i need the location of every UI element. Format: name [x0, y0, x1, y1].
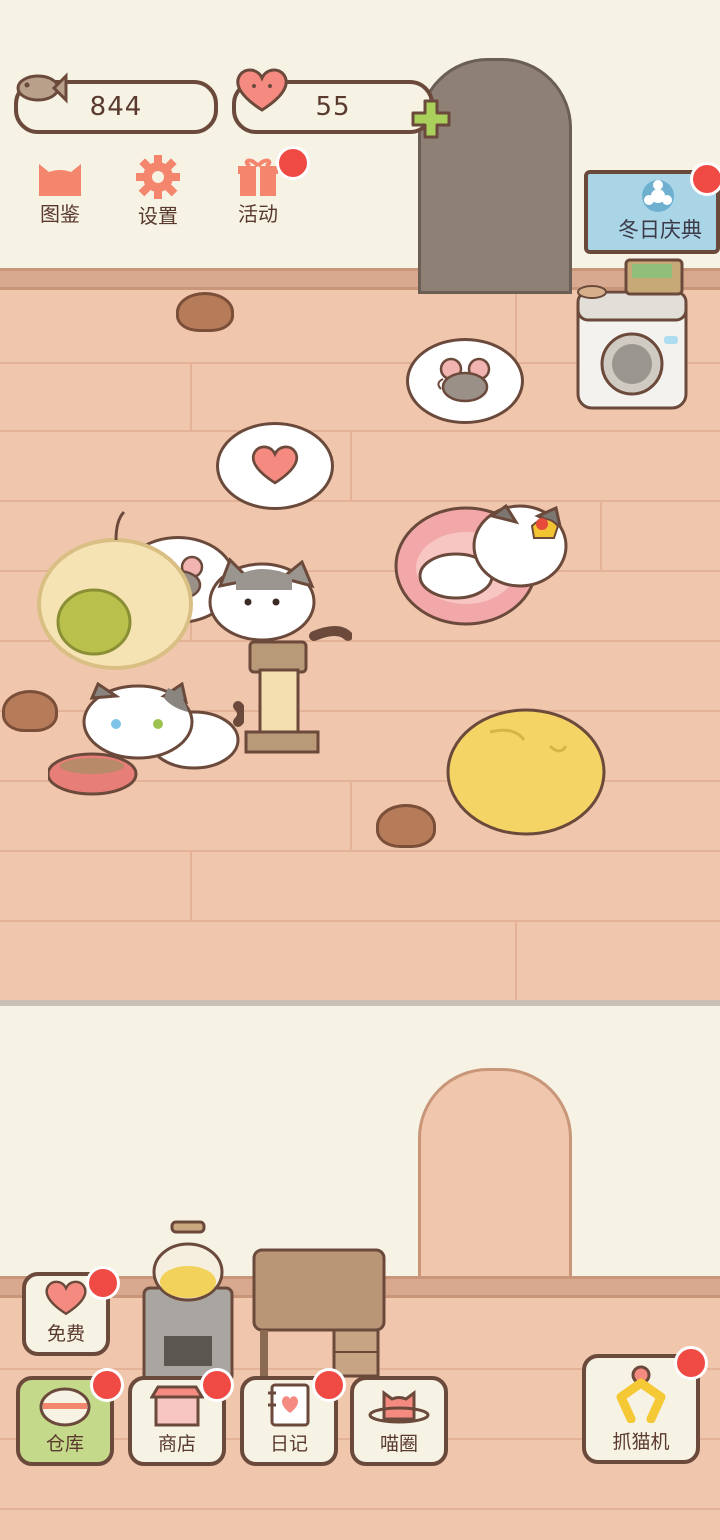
stove-with-kettle[interactable] [140, 1218, 236, 1384]
events-notification-dot [276, 146, 310, 180]
claw-machine-label: 抓猫机 [612, 1431, 670, 1453]
poop-pile[interactable] [176, 292, 234, 332]
diary-notification-dot [312, 1368, 346, 1402]
box-icon [38, 1383, 92, 1427]
winter-festival-label: 冬日庆典 [618, 218, 702, 242]
fish-icon [12, 64, 68, 110]
settings-label: 设置 [138, 204, 178, 228]
shop-label: 商店 [157, 1433, 196, 1455]
banner-notification-dot [690, 162, 720, 196]
gift-icon [236, 156, 280, 198]
yellow-beanbag[interactable] [446, 706, 606, 838]
shop-notification-dot [200, 1368, 234, 1402]
wooden-desk[interactable] [250, 1246, 388, 1380]
storage-notification-dot [90, 1368, 124, 1402]
lower-room-wall [0, 1006, 720, 1278]
gear-icon [135, 154, 181, 200]
collection-button[interactable]: 图鉴 [20, 150, 100, 230]
heart-icon [232, 64, 292, 114]
mouse-toy-icon [435, 355, 495, 403]
claw-icon [611, 1363, 671, 1424]
diary-icon [262, 1383, 316, 1427]
mouse-toy-wish-bubble [406, 338, 524, 424]
upper-door [418, 58, 572, 294]
events-label: 活动 [238, 202, 278, 226]
diary-label: 日记 [269, 1433, 308, 1455]
shop-icon [149, 1383, 205, 1427]
white-cat-eating[interactable] [46, 681, 247, 798]
snowflake-icon [636, 176, 680, 216]
poop-pile[interactable] [376, 804, 436, 848]
free-notification-dot [86, 1266, 120, 1300]
claw-machine-notification-dot [674, 1346, 708, 1380]
heart-wish-bubble [216, 422, 334, 510]
planet-cat-icon [368, 1383, 430, 1427]
fish-count: 844 [89, 92, 143, 122]
meow-circle-label: 喵圈 [379, 1433, 418, 1455]
heart-count: 55 [315, 92, 351, 122]
straw-cat-hut[interactable] [36, 504, 194, 670]
storage-label: 仓库 [45, 1433, 84, 1455]
heart-icon [248, 441, 302, 487]
heart-icon [39, 1277, 93, 1317]
pink-cat-bed[interactable] [392, 496, 572, 630]
meow-circle-button[interactable]: 喵圈 [350, 1376, 448, 1466]
free-label: 免费 [46, 1323, 85, 1345]
cat-head-icon [35, 156, 85, 198]
lower-door [418, 1068, 572, 1290]
collection-label: 图鉴 [40, 202, 80, 226]
washing-machine[interactable] [572, 252, 692, 412]
add-hearts-button[interactable] [410, 98, 452, 140]
settings-button[interactable]: 设置 [118, 150, 198, 230]
